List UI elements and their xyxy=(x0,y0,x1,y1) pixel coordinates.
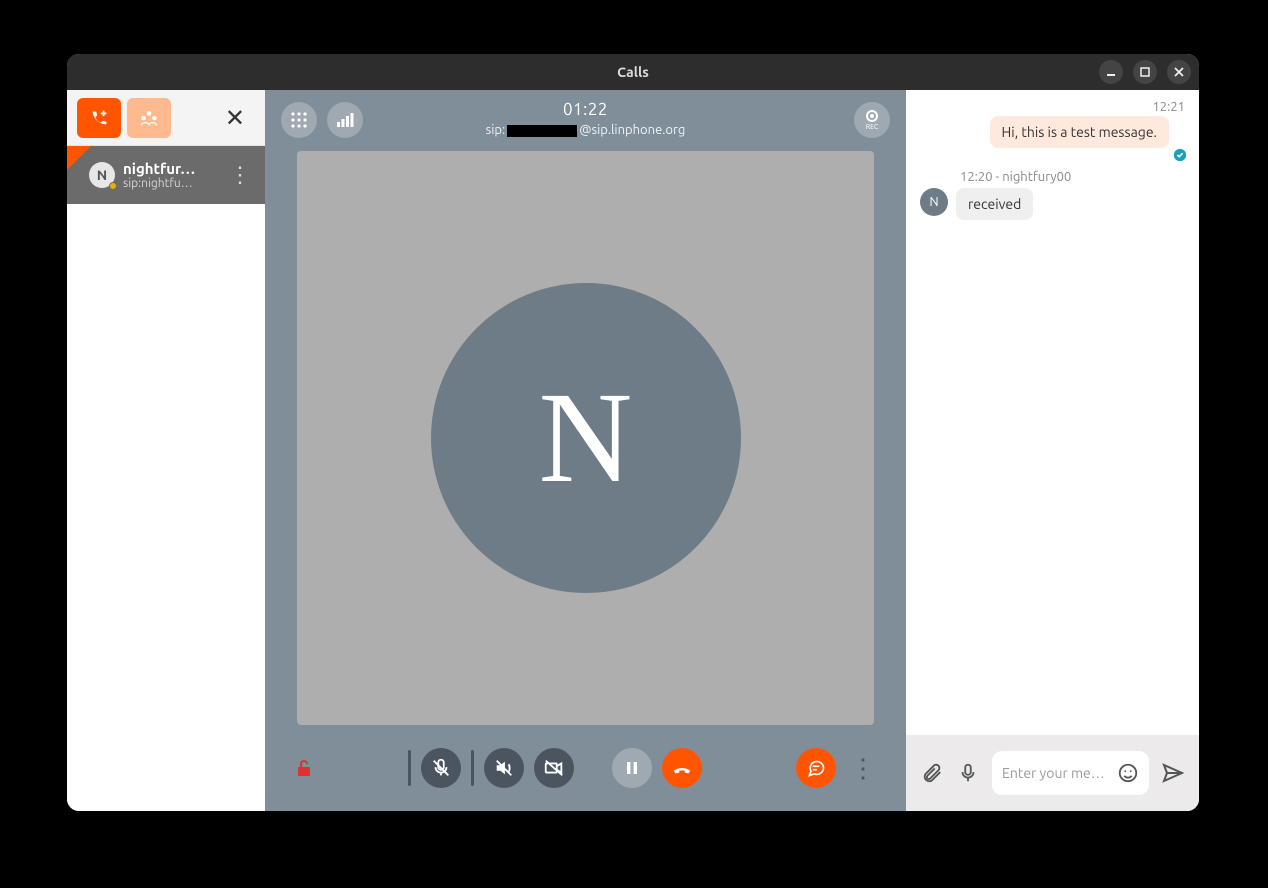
minimize-button[interactable] xyxy=(1099,60,1123,84)
phone-plus-icon xyxy=(88,107,110,129)
camera-off-icon xyxy=(543,757,565,779)
mute-speaker-button[interactable] xyxy=(484,748,524,788)
unlocked-icon xyxy=(295,758,313,778)
dialpad-icon xyxy=(290,111,308,129)
more-options-button[interactable]: ⋮ xyxy=(850,753,876,784)
mute-mic-button[interactable] xyxy=(421,748,461,788)
record-label: REC xyxy=(866,123,878,131)
remote-avatar-letter: N xyxy=(539,363,633,513)
chat-panel: 12:21 Hi, this is a test message. 12:20 … xyxy=(906,90,1199,811)
compose-bar xyxy=(906,735,1199,811)
media-controls xyxy=(408,748,702,788)
message-timestamp: 12:21 xyxy=(920,100,1185,114)
video-area: N xyxy=(297,151,874,725)
call-timer: 01:22 xyxy=(285,100,886,119)
mic-off-icon xyxy=(430,757,452,779)
dialpad-button[interactable] xyxy=(281,102,317,138)
window-title: Calls xyxy=(617,64,649,80)
call-controls: ⋮ xyxy=(265,725,906,811)
close-window-button[interactable] xyxy=(1167,60,1191,84)
app-body: ✕ N nightfur… sip:nightfu… ⋮ xyxy=(67,90,1199,811)
call-quality-button[interactable] xyxy=(327,102,363,138)
pause-call-button[interactable] xyxy=(612,748,652,788)
message-bubble: received xyxy=(956,188,1033,220)
redacted-user xyxy=(507,125,577,137)
group-icon xyxy=(138,107,160,129)
speaker-off-icon xyxy=(493,757,515,779)
open-chat-button[interactable] xyxy=(796,748,836,788)
contact-sip: sip:nightfu… xyxy=(123,177,215,190)
sender-avatar: N xyxy=(920,188,948,216)
record-icon xyxy=(866,110,878,122)
sidebar: ✕ N nightfur… sip:nightfu… ⋮ xyxy=(67,90,265,811)
hangup-button[interactable] xyxy=(662,748,702,788)
app-window: Calls xyxy=(67,54,1199,811)
paperclip-icon xyxy=(921,762,943,784)
separator xyxy=(408,750,411,786)
contact-name: nightfur… xyxy=(123,160,215,177)
contact-avatar: N xyxy=(89,162,115,188)
sidebar-toolbar: ✕ xyxy=(67,90,265,146)
call-header: 01:22 sip:@sip.linphone.org REC xyxy=(265,90,906,137)
new-call-button[interactable] xyxy=(77,98,121,138)
close-panel-button[interactable]: ✕ xyxy=(215,98,255,138)
active-call-item[interactable]: N nightfur… sip:nightfu… ⋮ xyxy=(67,146,265,204)
message-list: 12:21 Hi, this is a test message. 12:20 … xyxy=(906,90,1199,735)
microphone-icon xyxy=(957,762,979,784)
hangup-icon xyxy=(671,757,693,779)
emoji-icon xyxy=(1117,762,1139,784)
emoji-button[interactable] xyxy=(1117,761,1139,785)
remote-avatar: N xyxy=(431,283,741,593)
attach-button[interactable] xyxy=(920,761,944,785)
remote-sip-address: sip:@sip.linphone.org xyxy=(285,123,886,137)
call-item-menu-button[interactable]: ⋮ xyxy=(223,162,257,188)
outgoing-message: Hi, this is a test message. xyxy=(920,114,1185,148)
avatar-letter: N xyxy=(97,167,107,183)
record-button[interactable]: REC xyxy=(854,102,890,138)
active-call-badge xyxy=(67,146,91,170)
maximize-button[interactable] xyxy=(1133,60,1157,84)
signal-icon xyxy=(336,111,354,129)
kebab-icon: ⋮ xyxy=(850,753,876,782)
incoming-message: N received xyxy=(920,188,1185,220)
call-labels: nightfur… sip:nightfu… xyxy=(123,160,215,190)
send-icon xyxy=(1161,761,1185,785)
voice-message-button[interactable] xyxy=(956,761,980,785)
call-panel: 01:22 sip:@sip.linphone.org REC N xyxy=(265,90,906,811)
conference-button[interactable] xyxy=(127,98,171,138)
titlebar: Calls xyxy=(67,54,1199,90)
chat-icon xyxy=(806,758,826,778)
camera-button[interactable] xyxy=(534,748,574,788)
incoming-header: 12:20 - nightfury00 xyxy=(960,170,1185,184)
pause-icon xyxy=(624,760,640,776)
encryption-button[interactable] xyxy=(295,758,313,778)
message-input-wrapper xyxy=(992,751,1149,795)
presence-dot-icon xyxy=(109,182,117,190)
window-controls xyxy=(1099,60,1191,84)
message-bubble: Hi, this is a test message. xyxy=(990,116,1169,148)
extra-controls: ⋮ xyxy=(796,748,876,788)
send-button[interactable] xyxy=(1161,761,1185,785)
message-input[interactable] xyxy=(1002,765,1109,781)
separator xyxy=(471,750,474,786)
avatar-letter: N xyxy=(929,195,938,209)
close-icon: ✕ xyxy=(225,104,245,131)
delivered-icon xyxy=(1173,148,1187,162)
kebab-icon: ⋮ xyxy=(229,162,251,187)
